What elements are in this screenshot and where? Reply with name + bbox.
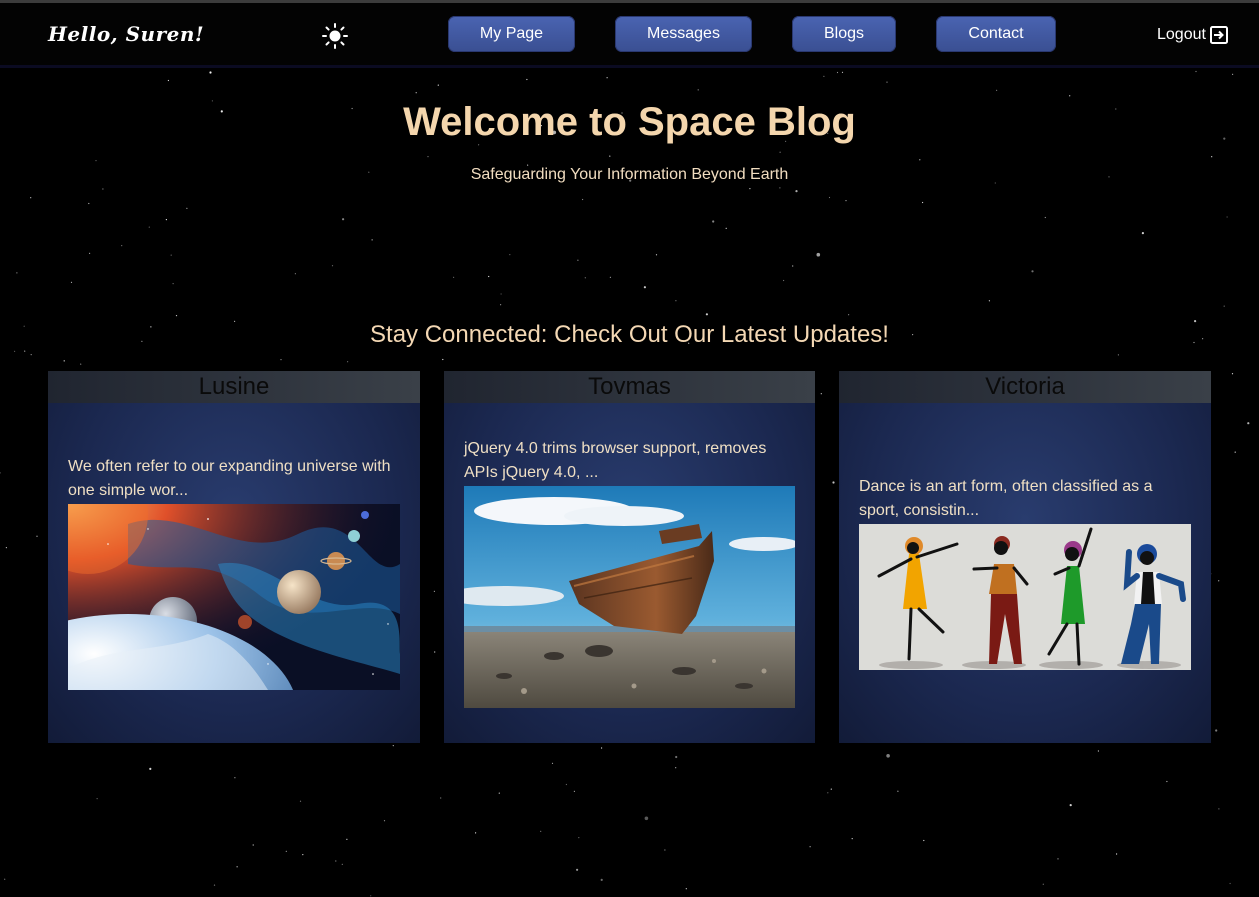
sun-icon[interactable] xyxy=(321,22,349,50)
exit-icon xyxy=(1209,26,1228,44)
nav-messages-button[interactable]: Messages xyxy=(615,16,752,52)
logout-label: Logout xyxy=(1157,26,1206,43)
post-card[interactable]: Victoria Dance is an art form, often cla… xyxy=(839,371,1211,743)
page-subtitle: Safeguarding Your Information Beyond Ear… xyxy=(470,166,789,183)
top-navbar: Hello, Suren! My Page Messages Blogs Con… xyxy=(0,0,1259,68)
post-author: Victoria xyxy=(839,371,1211,403)
logout-button[interactable]: Logout xyxy=(1157,25,1229,45)
post-image-dancers[interactable] xyxy=(859,524,1191,670)
user-greeting: Hello, Suren! xyxy=(48,22,205,46)
post-card[interactable]: Lusine We often refer to our expanding u… xyxy=(48,371,420,743)
nav-contact-button[interactable]: Contact xyxy=(936,16,1056,52)
post-card[interactable]: Tovmas jQuery 4.0 trims browser support,… xyxy=(444,371,815,743)
page-title: Welcome to Space Blog xyxy=(403,100,856,144)
post-excerpt: Dance is an art form, often classified a… xyxy=(859,478,1153,519)
nav-blogs-button[interactable]: Blogs xyxy=(792,16,896,52)
post-author: Tovmas xyxy=(444,371,815,403)
post-excerpt: jQuery 4.0 trims browser support, remove… xyxy=(464,440,767,481)
section-heading: Stay Connected: Check Out Our Latest Upd… xyxy=(370,321,889,348)
post-excerpt: We often refer to our expanding universe… xyxy=(68,458,391,499)
nav-my-page-button[interactable]: My Page xyxy=(448,16,575,52)
post-author: Lusine xyxy=(48,371,420,403)
post-image-shipwreck[interactable] xyxy=(464,486,795,708)
post-image-solar-system[interactable] xyxy=(68,504,400,690)
